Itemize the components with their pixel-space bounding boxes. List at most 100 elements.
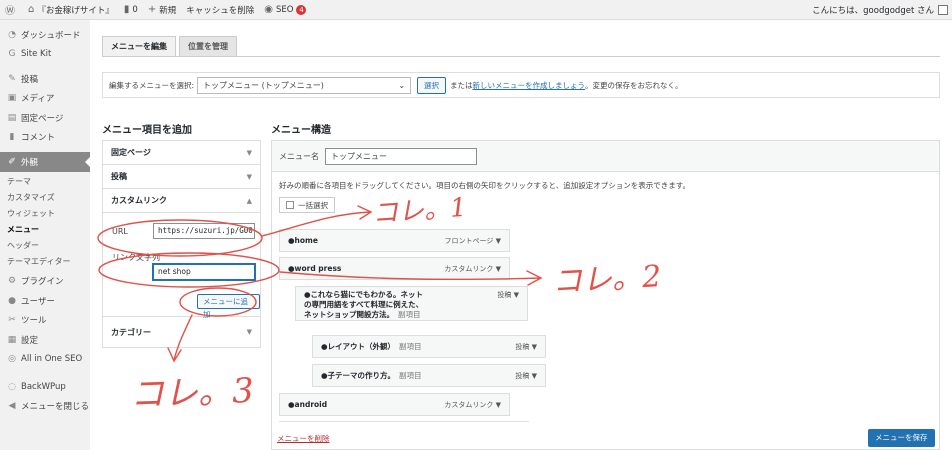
menu-item-title-text: 子テーマの作り方。 [327,371,396,380]
new-content-link[interactable]: + 新規 [143,0,181,20]
menu-item-type-text: カスタムリンク [444,264,494,273]
create-menu-link[interactable]: 新しいメニューを作成しましょう [473,80,586,91]
avatar [938,5,948,15]
menu-item-layout[interactable]: ●レイアウト（外観） 副項目 投稿 ▼ [312,335,546,358]
sidebar-item-pages[interactable]: ▤ 固定ページ [0,108,90,128]
sidebar-item-users[interactable]: ● ユーザー [0,291,90,311]
site-name: 『お金稼げサイト』 [37,5,114,16]
sidebar-item-label: プラグイン [21,277,64,288]
menu-item-android[interactable]: ●android カスタムリンク ▼ [279,393,510,416]
select-button[interactable]: 選択 [417,76,447,94]
menu-item-title-text: android [294,400,328,409]
sidebar-item-label: ツール [21,316,47,327]
admin-bar: Ⓦ ⌂ 『お金稼げサイト』 ▮ 0 + 新規 キャッシュを削除 ◉ SEO 4 こんにちは… [0,0,952,20]
sidebar-item-tools[interactable]: ✂ ツール [0,311,90,331]
sidebar-item-label: 設定 [21,335,39,346]
menu-item-netshop-post[interactable]: ●これなら猫にでもわかる。ネット の専門用語をすべて料理に例えた、 ネットショッ… [295,286,528,321]
accordion-categories[interactable]: カテゴリー ▼ [103,317,260,347]
menu-item-type[interactable]: カスタムリンク ▼ [444,400,501,410]
link-text-label: リンク文字列 [112,253,160,262]
sidebar-item-label: メニューを閉じる [21,402,90,413]
submenu-header[interactable]: ヘッダー [0,238,90,254]
sidebar-item-settings[interactable]: ▦ 設定 [0,330,90,350]
sidebar-item-dashboard[interactable]: ◔ ダッシュボード [0,25,90,45]
menu-item-home[interactable]: ●home フロントページ ▼ [279,229,510,252]
link-text-input[interactable]: net shop [153,264,255,280]
cache-label: キャッシュを削除 [186,5,255,16]
account-menu[interactable]: こんにちは、goodgodget さん [812,0,948,20]
sidebar-item-media[interactable]: ▣ メディア [0,89,90,109]
menu-item-type-text: カスタムリンク [444,400,494,409]
sidebar-item-backwpup[interactable]: ◌ BackWPup [0,377,90,397]
submenu-theme-editor[interactable]: テーマエディター [0,254,90,270]
sub-item-label: 副項目 [398,310,421,319]
menu-item-child-theme[interactable]: ●子テーマの作り方。 副項目 投稿 ▼ [312,364,546,387]
bulk-select-button[interactable]: 一括選択 [279,197,335,213]
accordion-custom-links[interactable]: カスタムリンク ▲ [103,189,260,213]
menu-item-type-text: 投稿 [515,342,530,351]
divider [279,421,529,422]
site-name-link[interactable]: ⌂ 『お金稼げサイト』 [23,0,119,20]
tab-edit-menus[interactable]: メニューを編集 [102,36,176,56]
menu-item-type[interactable]: 投稿 ▼ [515,342,537,352]
save-menu-button[interactable]: メニューを保存 [868,429,935,447]
sidebar-item-plugins[interactable]: ⚙ プラグイン [0,272,90,292]
g-icon: G [8,49,16,60]
wordpress-logo[interactable]: Ⓦ [0,0,23,20]
sidebar-item-label: 外観 [21,157,39,168]
comment-icon: ▮ [9,132,15,143]
menu-item-title: ●home [288,236,318,245]
submenu-widgets[interactable]: ウィジェット [0,206,90,222]
comments-link[interactable]: ▮ 0 [119,0,143,20]
accordion-custom-links-label: カスタムリンク [111,196,167,205]
accordion-posts[interactable]: 投稿 ▼ [103,165,260,189]
menu-item-title-text: レイアウト（外観） [327,342,396,351]
menu-item-type[interactable]: フロントページ ▼ [445,236,501,246]
bulk-select-checkbox[interactable] [286,201,294,209]
caret-down-icon: ▼ [246,328,252,336]
menu-select-dropdown[interactable]: トップメニュー (トップメニュー) ⌄ [197,76,412,94]
menu-item-type[interactable]: 投稿 ▼ [497,290,519,300]
sidebar-item-sitekit[interactable]: G Site Kit [0,45,90,65]
sidebar-item-label: All in One SEO [21,354,83,365]
sidebar-item-label: Site Kit [21,49,52,60]
submenu-customize[interactable]: カスタマイズ [0,190,90,206]
sidebar-item-label: 投稿 [21,74,39,85]
accordion-posts-label: 投稿 [111,172,127,181]
menu-item-wordpress[interactable]: ●word press カスタムリンク ▼ [279,257,510,280]
user-icon: ● [8,295,16,306]
submenu-themes[interactable]: テーマ [0,174,90,190]
url-input[interactable]: https://suzuri.jp/G00 [153,223,255,239]
bulk-select-label: 一括選択 [298,200,328,210]
menu-item-type[interactable]: 投稿 ▼ [515,371,537,381]
sidebar-item-label: ダッシュボード [21,30,81,41]
selected-menu: トップメニュー (トップメニュー) [203,80,324,90]
add-to-menu-button[interactable]: メニューに追加 [197,294,260,319]
sidebar-item-aioseo[interactable]: ◎ All in One SEO [0,350,90,370]
tab-manage-locations[interactable]: 位置を管理 [179,36,237,56]
drag-hint: 好みの順番に各項目をドラッグしてください。項目の右側の矢印をクリックすると、追加… [279,181,690,190]
backwpup-icon: ◌ [8,381,16,392]
sidebar-item-appearance[interactable]: ✐ 外観 [0,152,90,172]
menu-item-type-text: 投稿 [515,371,530,380]
clear-cache-link[interactable]: キャッシュを削除 [181,0,259,20]
accordion-pages[interactable]: 固定ページ ▼ [103,141,260,165]
sidebar-item-posts[interactable]: ✎ 投稿 [0,69,90,89]
menu-item-title: ●android [288,400,328,409]
menu-item-type[interactable]: カスタムリンク ▼ [444,264,501,274]
delete-menu-link[interactable]: メニューを削除 [277,433,330,444]
menu-name-input[interactable]: トップメニュー [325,147,477,165]
menu-item-title-line: ネットショップ開設方法。 [304,310,394,319]
submenu-menus[interactable]: メニュー [0,222,90,238]
seo-icon: ◉ [264,4,273,15]
menu-item-title-line: これなら猫にでもわかる。ネット [310,290,424,299]
sidebar-item-collapse[interactable]: ◀ メニューを閉じる [0,397,90,417]
seo-link[interactable]: ◉ SEO 4 [259,0,311,20]
plugin-icon: ⚙ [7,276,17,287]
collapse-icon: ◀ [8,401,16,412]
sidebar-item-label: ユーザー [21,296,55,307]
menu-item-title: ●これなら猫にでもわかる。ネット の専門用語をすべて料理に例えた、 ネットショッ… [304,290,424,319]
sidebar-item-comments[interactable]: ▮ コメント [0,128,90,148]
home-icon: ⌂ [28,4,35,15]
seo-badge: 4 [296,4,307,15]
